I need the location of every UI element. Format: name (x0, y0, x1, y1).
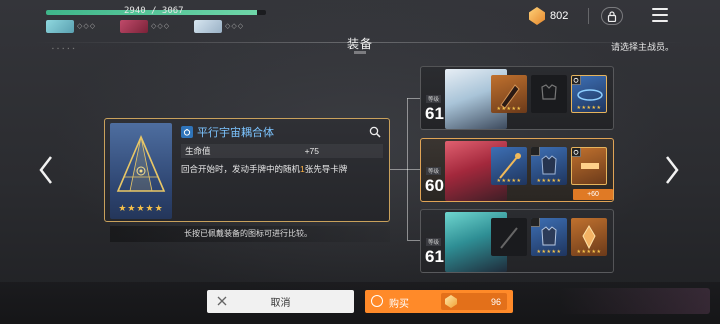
level-label: 等级 (426, 167, 442, 175)
next-arrow-button[interactable] (660, 150, 684, 190)
slot-stars: ★★★★★ (576, 249, 602, 255)
price-value: 96 (490, 296, 501, 307)
operator-row[interactable]: 等级 61 ★★★★★ ★★★★★ (420, 209, 614, 273)
party-pips: ◇◇◇ (151, 23, 171, 30)
accessory-slot[interactable] (571, 147, 607, 185)
armor-slot[interactable]: ★★★★★ (531, 218, 567, 256)
connector-line (407, 98, 421, 99)
effect-text: 张先导卡牌 (304, 164, 348, 174)
price-box: 96 (441, 293, 507, 310)
team-hp: 2940 / 3067 (46, 6, 268, 18)
title-decoration (354, 51, 366, 54)
stat-label: 生命值 (185, 146, 211, 156)
cancel-label: 取消 (270, 298, 291, 309)
slot-stars: ★★★★★ (496, 106, 522, 112)
search-icon (369, 126, 381, 138)
currency-gem-icon (529, 7, 545, 25)
accessory-slot[interactable]: ★★★★★ (571, 75, 607, 113)
level-label: 等级 (426, 95, 442, 103)
pyramid-artifact-icon (116, 134, 166, 192)
item-detail-panel: ★★★★★ 平行宇宙耦合体 生命值 +75 回合开始时，发动手牌中的随机1张先导… (104, 118, 390, 222)
currency-gem-icon (445, 295, 457, 308)
menu-icon-line (652, 20, 668, 22)
party-pips: ◇◇◇ (77, 23, 97, 30)
close-icon (217, 296, 227, 306)
slot-stars: ★★★★★ (496, 178, 522, 184)
cancel-button[interactable]: 取消 (207, 290, 354, 313)
armor-icon (541, 84, 557, 100)
level-label: 等级 (426, 238, 442, 246)
item-name: 平行宇宙耦合体 (197, 127, 274, 139)
compare-hint: 长按已佩戴装备的图标可进行比较。 (110, 226, 390, 242)
select-operator-hint: 请选择主战员。 (610, 42, 674, 52)
chevron-right-icon (666, 156, 679, 184)
party-list: ◇◇◇ ◇◇◇ ◇◇◇ (46, 19, 264, 33)
slot-stars: ★★★★★ (576, 105, 602, 111)
party-member[interactable]: ◇◇◇ (120, 19, 190, 33)
weapon-slot[interactable]: ★★★★★ (491, 147, 527, 185)
connector-line (390, 169, 408, 170)
accessory-slot[interactable]: ★★★★★ (571, 218, 607, 256)
item-stars: ★★★★★ (118, 203, 164, 213)
stat-row: 生命值 +75 (181, 144, 383, 158)
party-avatar (120, 19, 148, 33)
menu-button[interactable] (652, 8, 668, 22)
party-member[interactable]: ◇◇◇ (194, 19, 264, 33)
connector-line (407, 169, 421, 170)
sword-icon (500, 227, 518, 249)
ring-icon (181, 126, 193, 138)
menu-icon-line (652, 8, 668, 10)
buy-button[interactable]: 购买 96 (365, 290, 513, 313)
effect-text: 回合开始时，发动手牌中的随机 (181, 164, 301, 174)
level-value: 61 (425, 104, 444, 123)
lock-button[interactable] (601, 7, 623, 25)
party-member[interactable]: ◇◇◇ (46, 19, 116, 33)
prev-arrow-button[interactable] (34, 150, 58, 190)
party-avatar (194, 19, 222, 33)
slot-stars: ★★★★★ (536, 249, 562, 255)
menu-icon-line (652, 14, 668, 16)
slot-stars: ★★★★★ (536, 178, 562, 184)
level-value: 60 (425, 176, 444, 195)
armor-slot[interactable] (531, 75, 567, 113)
operator-row[interactable]: 等级 61 ★★★★★ ★★★★★ (420, 66, 614, 130)
operator-row-selected[interactable]: 等级 60 ★★★★★ ★★★★★ +60 (420, 138, 614, 202)
background-decoration (560, 288, 710, 314)
hp-text: 2940 / 3067 (124, 6, 184, 16)
armor-tag-icon (531, 147, 540, 156)
lock-icon (607, 10, 617, 22)
currency-display[interactable]: 802 (529, 6, 581, 26)
divider (588, 8, 589, 24)
weapon-slot[interactable]: ★★★★★ (491, 75, 527, 113)
stat-bonus-badge: +60 (573, 189, 613, 200)
item-card: ★★★★★ (110, 123, 172, 219)
party-pips: ◇◇◇ (225, 23, 245, 30)
armor-slot[interactable]: ★★★★★ (531, 147, 567, 185)
armor-tag-icon (531, 218, 540, 227)
weapon-slot[interactable] (491, 218, 527, 256)
chevron-left-icon (39, 156, 52, 184)
currency-value: 802 (550, 10, 569, 22)
confirm-circle-icon (371, 295, 383, 307)
item-name-row: 平行宇宙耦合体 (181, 125, 274, 139)
ring-icon (572, 148, 581, 157)
level-value: 61 (425, 247, 444, 266)
item-inspect-button[interactable] (367, 124, 383, 140)
connector-line (407, 240, 421, 241)
party-avatar (46, 19, 74, 33)
item-effect: 回合开始时，发动手牌中的随机1张先导卡牌 (181, 163, 387, 175)
stat-value: +75 (304, 146, 319, 156)
ring-icon (572, 76, 581, 85)
buy-label: 购买 (389, 299, 409, 310)
